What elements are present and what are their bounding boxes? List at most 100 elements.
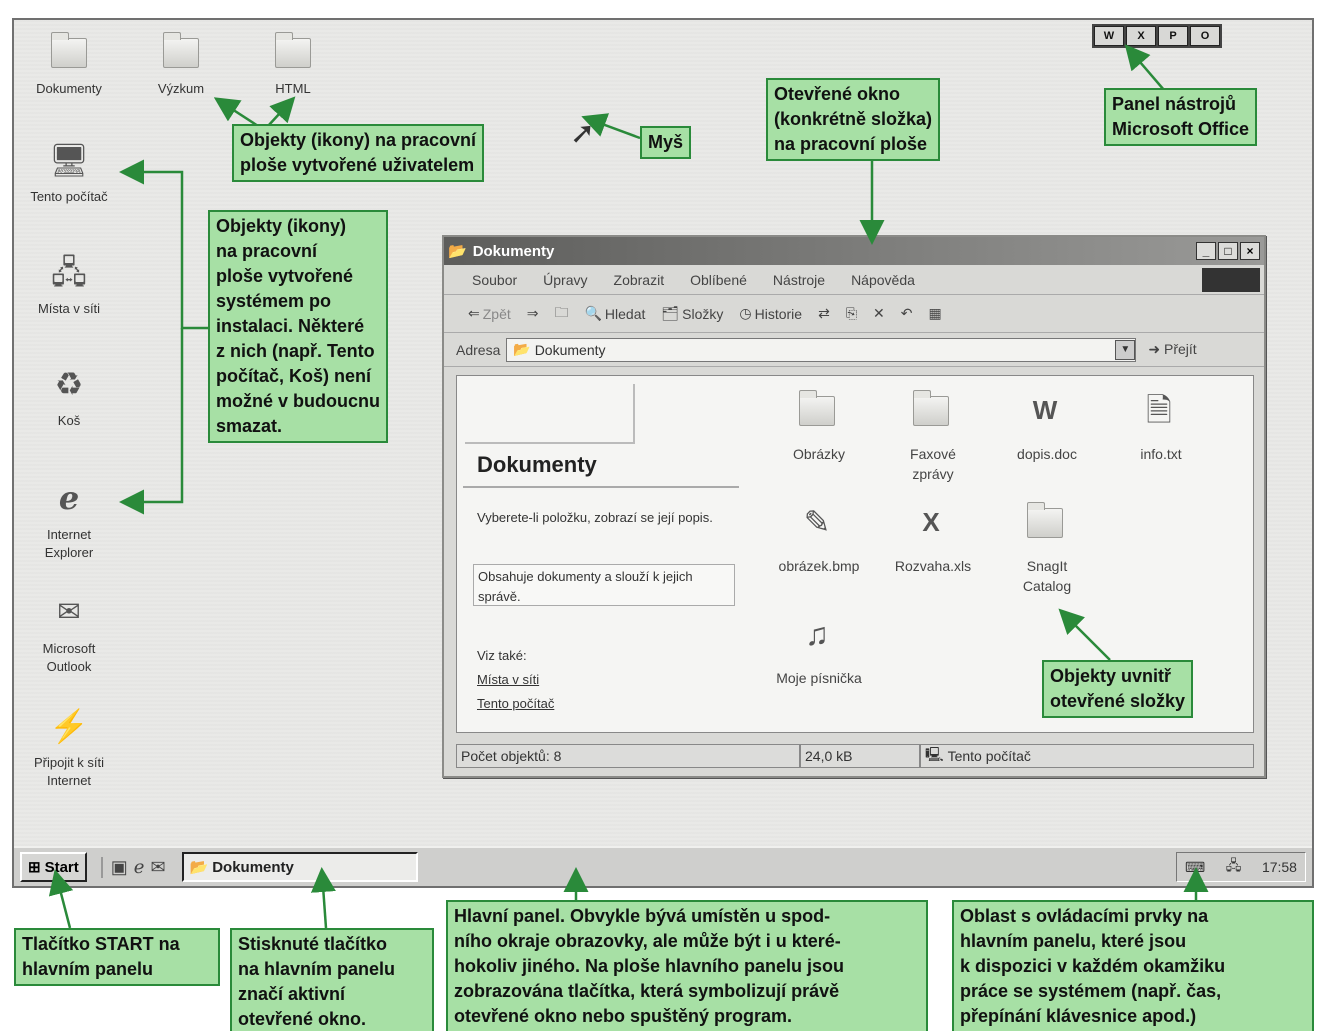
maximize-button[interactable]: □	[1218, 242, 1238, 260]
clock[interactable]: 17:58	[1262, 859, 1297, 875]
see-also-label: Viz také:	[477, 648, 527, 663]
folder-icon: 📂	[448, 243, 467, 260]
back-arrow-icon: ⇐	[468, 305, 480, 321]
address-bar: Adresa 📂 Dokumenty ▼ ➜ Přejít	[444, 333, 1264, 367]
taskbar-button-dokumenty[interactable]: 📂 Dokumenty	[181, 852, 418, 882]
go-button[interactable]: ➜ Přejít	[1148, 341, 1196, 358]
word-document-icon: W	[1032, 395, 1058, 425]
standard-toolbar: ⇐ Zpět ⇒ 🗀 🔍 Hledat 🗂 Složky ◷ Historie ⇄ ⎘ …	[444, 295, 1264, 333]
callout-folder-objects: Objekty uvnitř otevřené složky	[1042, 660, 1194, 718]
computer-icon: 🖳	[925, 746, 944, 762]
office-excel-icon[interactable]: X	[1126, 26, 1156, 46]
item-snagit-catalog[interactable]: SnagIt Catalog	[995, 500, 1099, 596]
desktop-icon-kos[interactable]: ♻ Koš	[24, 362, 114, 430]
up-folder-button[interactable]: 🗀	[554, 302, 568, 326]
outlook-icon: ✉	[57, 596, 81, 627]
link-mista-v-siti[interactable]: Místa v síti	[477, 668, 554, 692]
views-button[interactable]: ▦	[929, 305, 942, 322]
quick-launch: ▣ ℯ ✉	[100, 856, 166, 878]
network-status-icon[interactable]: 🖧	[1226, 855, 1242, 879]
minimize-button[interactable]: _	[1196, 242, 1216, 260]
folder-icon: 📂	[513, 341, 531, 357]
web-view-pane: Dokumenty Vyberete-li položku, zobrazí s…	[457, 376, 739, 732]
menu-upravy[interactable]: Úpravy	[543, 272, 587, 288]
menu-napoveda[interactable]: Nápověda	[851, 272, 915, 288]
desktop-icon-internet-explorer[interactable]: e Internet Explorer	[24, 476, 114, 562]
item-dopis-doc[interactable]: W dopis.doc	[995, 388, 1099, 464]
history-button[interactable]: ◷ Historie	[739, 305, 802, 322]
folder-icon	[909, 388, 957, 438]
see-also: Viz také: Místa v síti Tento počítač	[477, 644, 554, 716]
menu-soubor[interactable]: Soubor	[472, 272, 517, 288]
folder-banner-icon	[465, 384, 635, 444]
pane-hint: Vyberete-li položku, zobrazí se její pop…	[477, 510, 713, 525]
status-bar: Počet objektů: 8 24,0 kB 🖳 Tento počítač	[456, 742, 1254, 770]
pane-divider	[463, 486, 739, 488]
audio-file-icon: ♫	[805, 616, 829, 652]
callout-start-button: Tlačítko START na hlavním panelu	[14, 928, 220, 986]
folder-open-icon	[47, 30, 91, 74]
item-obrazky[interactable]: Obrázky	[767, 388, 871, 464]
callout-open-window: Otevřené okno (konkrétně složka) na prac…	[766, 78, 941, 161]
internet-explorer-icon[interactable]: ℯ	[134, 857, 145, 878]
menu-zobrazit[interactable]: Zobrazit	[614, 272, 665, 288]
pictures-folder-icon	[795, 388, 843, 438]
go-arrow-icon: ➜	[1148, 341, 1161, 357]
forward-button[interactable]: ⇒	[527, 305, 539, 322]
desktop-icon-tento-pocitac[interactable]: 🖥 Tento počítač	[24, 138, 114, 206]
status-count: Počet objektů: 8	[456, 744, 800, 768]
callout-system-icons: Objekty (ikony) na pracovní ploše vytvoř…	[208, 210, 388, 443]
keyboard-layout-icon[interactable]: ⌨	[1185, 859, 1205, 876]
desktop-icon-mista-v-siti[interactable]: 🖧 Místa v síti	[24, 250, 114, 318]
item-rozvaha-xls[interactable]: X Rozvaha.xls	[881, 500, 985, 576]
move-to-button[interactable]: ⇄	[818, 305, 830, 322]
item-moje-pisnicka[interactable]: ♫ Moje písnička	[767, 612, 871, 688]
office-powerpoint-icon[interactable]: P	[1158, 26, 1188, 46]
back-button[interactable]: ⇐ Zpět	[468, 305, 511, 322]
outlook-icon[interactable]: ✉	[150, 857, 165, 878]
views-icon: ▦	[928, 305, 942, 321]
desktop-icon-dokumenty[interactable]: Dokumenty	[24, 30, 114, 98]
link-tento-pocitac[interactable]: Tento počítač	[477, 692, 554, 716]
folder-icon	[159, 30, 203, 74]
item-obrazek-bmp[interactable]: ✎ obrázek.bmp	[767, 500, 871, 576]
mouse-cursor-icon: ➚	[570, 117, 596, 150]
desktop-icon-html[interactable]: HTML	[248, 30, 338, 98]
folders-button[interactable]: 🗂 Složky	[661, 305, 723, 322]
desktop-icon-microsoft-outlook[interactable]: ✉ Microsoft Outlook	[24, 590, 114, 676]
show-desktop-icon[interactable]: ▣	[111, 857, 128, 878]
status-size: 24,0 kB	[800, 744, 920, 768]
undo-button[interactable]: ↶	[901, 305, 913, 322]
up-folder-icon: 🗀	[554, 303, 569, 320]
item-faxove-zpravy[interactable]: Faxové zprávy	[881, 388, 985, 484]
window-title: Dokumenty	[472, 242, 555, 260]
menu-oblibene[interactable]: Oblíbené	[690, 272, 747, 288]
taskbar: ⊞ Start ▣ ℯ ✉ 📂 Dokumenty ⌨ 🖧 17:58	[14, 846, 1312, 886]
connect-internet-icon: ⚡	[49, 708, 89, 744]
window-titlebar[interactable]: 📂 Dokumenty _ □ ×	[444, 237, 1264, 265]
copy-to-icon: ⎘	[845, 305, 858, 321]
delete-button[interactable]: ✕	[873, 305, 885, 322]
item-info-txt[interactable]: 🗎 info.txt	[1109, 388, 1213, 464]
address-dropdown-icon[interactable]: ▼	[1115, 339, 1136, 360]
internet-explorer-icon: e	[58, 479, 80, 517]
menu-bar: Soubor Úpravy Zobrazit Oblíbené Nástroje…	[444, 265, 1264, 295]
start-button[interactable]: ⊞ Start	[20, 852, 87, 882]
office-word-icon[interactable]: W	[1094, 26, 1124, 46]
address-input[interactable]: 📂 Dokumenty ▼	[506, 337, 1137, 362]
office-outlook-icon[interactable]: O	[1190, 26, 1220, 46]
copy-to-button[interactable]: ⎘	[846, 305, 857, 322]
callout-user-icons: Objekty (ikony) na pracovní ploše vytvoř…	[232, 124, 485, 182]
callout-main-panel: Hlavní panel. Obvykle bývá umístěn u spo…	[446, 900, 928, 1031]
close-button[interactable]: ×	[1240, 242, 1260, 260]
folder-icon: 📂	[189, 859, 209, 876]
pane-title: Dokumenty	[477, 452, 597, 477]
search-button[interactable]: 🔍 Hledat	[584, 305, 645, 322]
menu-nastroje[interactable]: Nástroje	[773, 272, 825, 288]
desktop-icon-pripojit-k-siti[interactable]: ⚡ Připojit k síti Internet	[24, 704, 114, 790]
desktop-icon-vyzkum[interactable]: Výzkum	[136, 30, 226, 98]
folder-icon	[1023, 500, 1071, 550]
delete-icon: ✕	[873, 305, 885, 321]
undo-icon: ↶	[900, 305, 913, 321]
history-icon: ◷	[739, 305, 752, 321]
